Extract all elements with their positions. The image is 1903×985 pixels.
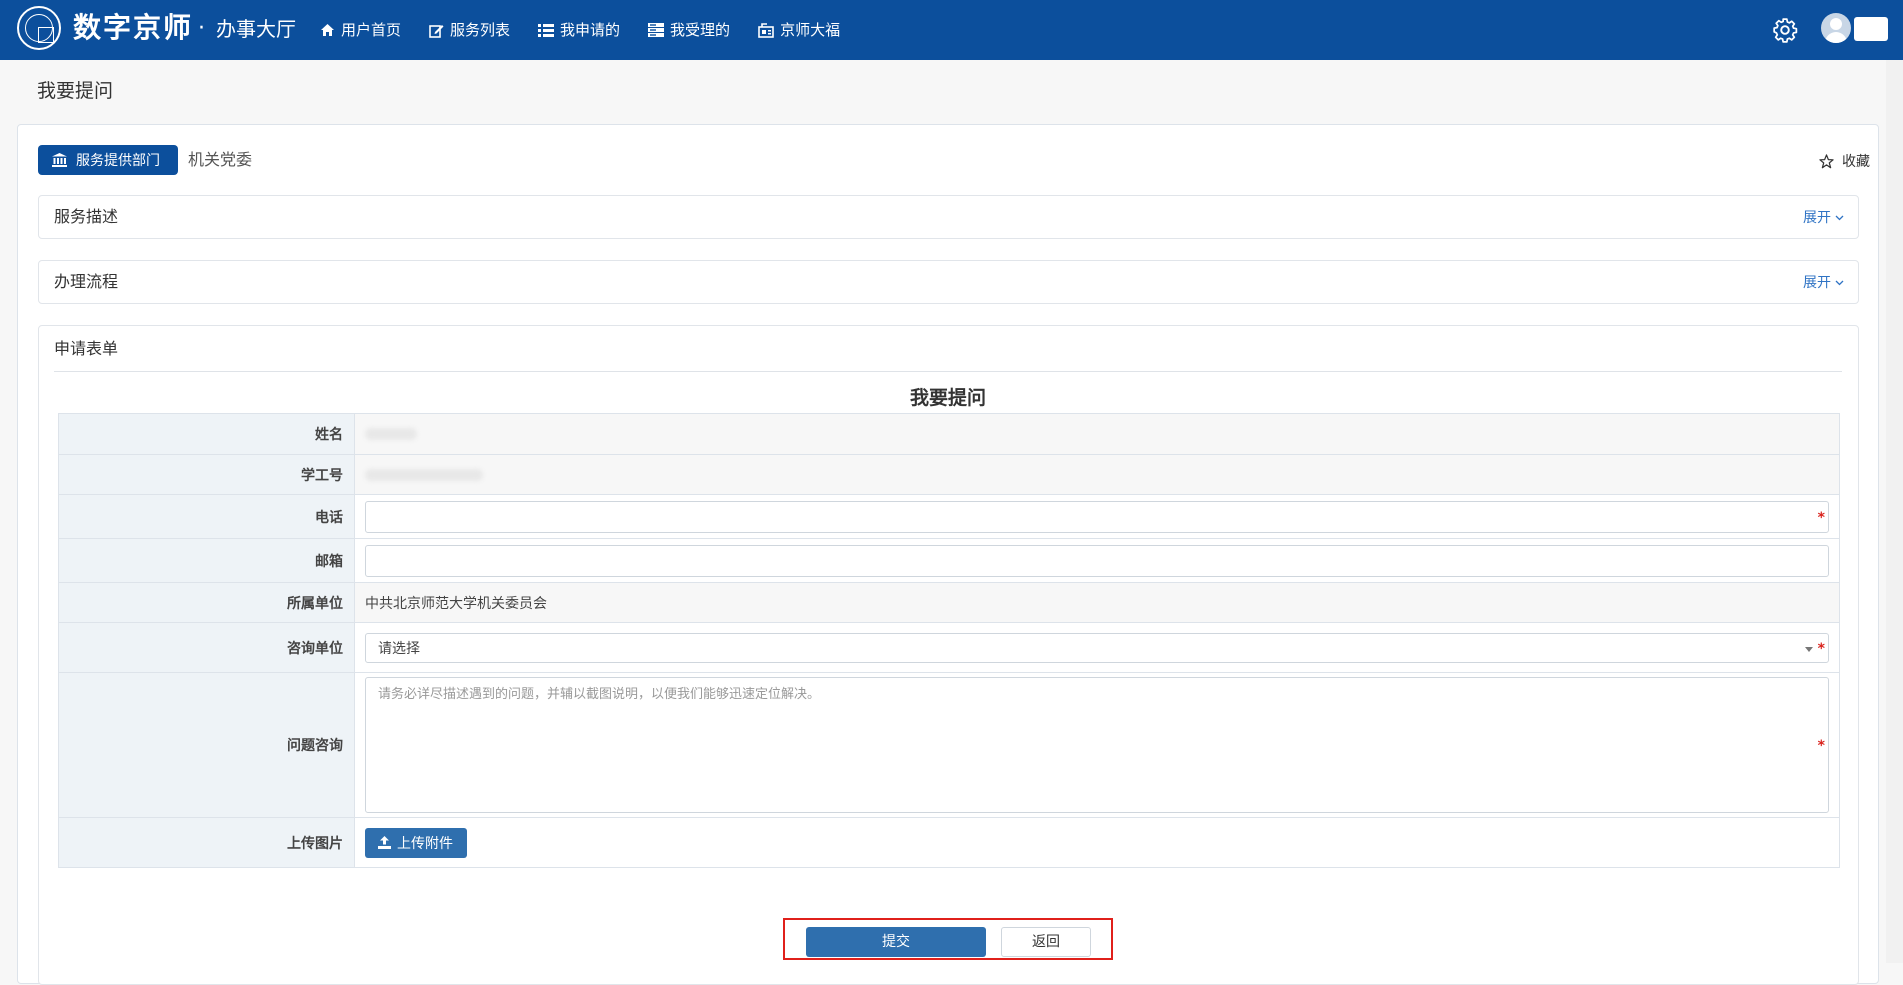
select-value: 请选择: [378, 640, 420, 657]
field-label: 电话: [58, 494, 355, 539]
scrollbar[interactable]: [1886, 60, 1903, 963]
department-badge-label: 服务提供部门: [76, 153, 160, 169]
field-label: 咨询单位: [58, 622, 355, 673]
expand-label: 展开: [1803, 275, 1831, 291]
main-nav: 用户首页 服务列表 我申请的 我受理的 京师大福: [320, 18, 868, 42]
home-icon: [321, 24, 334, 36]
form-table: 姓名 学工号 电话 * 邮箱 所属单位 中共北京师范大学机关委员会 咨询单位 请…: [58, 413, 1840, 868]
page-title: 我要提问: [37, 80, 114, 102]
gear-icon[interactable]: [1772, 17, 1798, 43]
university-seal-logo[interactable]: [17, 6, 61, 50]
field-label: 上传图片: [58, 817, 355, 868]
form-row-consult: 咨询单位 请选择 *: [58, 622, 1840, 673]
department-badge: 服务提供部门: [38, 145, 178, 175]
star-icon: [1819, 153, 1834, 168]
consult-unit-select[interactable]: 请选择 *: [365, 632, 1829, 663]
id-value-redacted: [354, 454, 1840, 495]
expand-toggle[interactable]: 展开: [1803, 274, 1844, 292]
brand-separator: ·: [198, 16, 205, 41]
upload-attachment-button[interactable]: 上传附件: [365, 827, 467, 858]
expand-label: 展开: [1803, 210, 1831, 226]
list-icon: [538, 23, 555, 37]
back-button[interactable]: 返回: [1001, 927, 1091, 957]
required-mark: *: [1817, 509, 1825, 526]
form-heading: 我要提问: [909, 387, 986, 409]
question-cell: 请务必详尽描述遇到的问题，并辅以截图说明，以便我们能够迅速定位解决。 *: [354, 672, 1840, 818]
field-label: 学工号: [58, 454, 355, 495]
required-mark: *: [1817, 640, 1825, 657]
form-row-name: 姓名: [58, 413, 1840, 455]
upload-icon: [378, 836, 391, 849]
nav-my-applications[interactable]: 我申请的: [538, 18, 620, 42]
chevron-down-icon: [1835, 215, 1844, 221]
submit-button[interactable]: 提交: [806, 927, 986, 957]
name-value-redacted: [354, 413, 1840, 455]
expand-toggle[interactable]: 展开: [1803, 209, 1844, 227]
chevron-down-icon: [1835, 280, 1844, 286]
nav-label: 我受理的: [670, 21, 731, 39]
textarea-placeholder: 请务必详尽描述遇到的问题，并辅以截图说明，以便我们能够迅速定位解决。: [378, 687, 821, 702]
field-label: 邮箱: [58, 538, 355, 583]
user-avatar[interactable]: [1821, 13, 1851, 43]
nav-label: 用户首页: [341, 21, 402, 39]
nav-service-list[interactable]: 服务列表: [429, 18, 510, 42]
question-textarea[interactable]: 请务必详尽描述遇到的问题，并辅以截图说明，以便我们能够迅速定位解决。 *: [365, 677, 1829, 813]
panel-title: 服务描述: [54, 207, 119, 226]
nav-label: 我申请的: [560, 21, 621, 39]
email-input[interactable]: [365, 544, 1829, 577]
phone-input[interactable]: *: [365, 500, 1829, 533]
department-name: 机关党委: [188, 150, 253, 169]
form-row-upload: 上传图片 上传附件: [58, 817, 1840, 868]
nav-label: 京师大福: [780, 21, 841, 39]
form-row-unit: 所属单位 中共北京师范大学机关委员会: [58, 582, 1840, 623]
favorite-label: 收藏: [1842, 154, 1870, 170]
consult-cell: 请选择 *: [354, 622, 1840, 673]
form-row-email: 邮箱: [58, 538, 1840, 583]
form-row-phone: 电话 *: [58, 494, 1840, 539]
nav-jingshi-dafu[interactable]: 京师大福: [758, 18, 840, 42]
edit-icon: [429, 24, 444, 38]
field-label: 所属单位: [58, 582, 355, 623]
phone-cell: *: [354, 494, 1840, 539]
panel-service-description: 服务描述 展开: [38, 195, 1859, 239]
favorite-button[interactable]: 收藏: [1819, 151, 1870, 171]
divider: [54, 371, 1842, 372]
required-mark: *: [1817, 737, 1825, 754]
panel-title: 办理流程: [54, 272, 119, 291]
form-row-id: 学工号: [58, 454, 1840, 495]
field-label: 姓名: [58, 413, 355, 455]
upload-button-label: 上传附件: [397, 835, 453, 852]
caret-down-icon: [1805, 646, 1813, 652]
email-cell: [354, 538, 1840, 583]
field-label: 问题咨询: [58, 672, 355, 818]
user-name-redacted[interactable]: [1854, 17, 1888, 41]
server-icon: [648, 23, 665, 37]
form-section-title: 申请表单: [54, 339, 119, 358]
panel-process: 办理流程 展开: [38, 260, 1859, 304]
upload-cell: 上传附件: [354, 817, 1840, 868]
unit-value: 中共北京师范大学机关委员会: [354, 582, 1840, 623]
brand-title[interactable]: 数字京师: [73, 10, 193, 46]
top-navbar: 数字京师 · 办事大厅 用户首页 服务列表 我申请的 我受理的 京师大福: [0, 0, 1903, 60]
brand-subtitle[interactable]: 办事大厅: [216, 16, 296, 42]
nav-user-home[interactable]: 用户首页: [320, 18, 401, 42]
form-row-question: 问题咨询 请务必详尽描述遇到的问题，并辅以截图说明，以便我们能够迅速定位解决。 …: [58, 672, 1840, 818]
badge-icon: [758, 23, 774, 38]
bank-icon: [52, 153, 67, 167]
nav-my-handled[interactable]: 我受理的: [648, 18, 730, 42]
nav-label: 服务列表: [450, 21, 511, 39]
